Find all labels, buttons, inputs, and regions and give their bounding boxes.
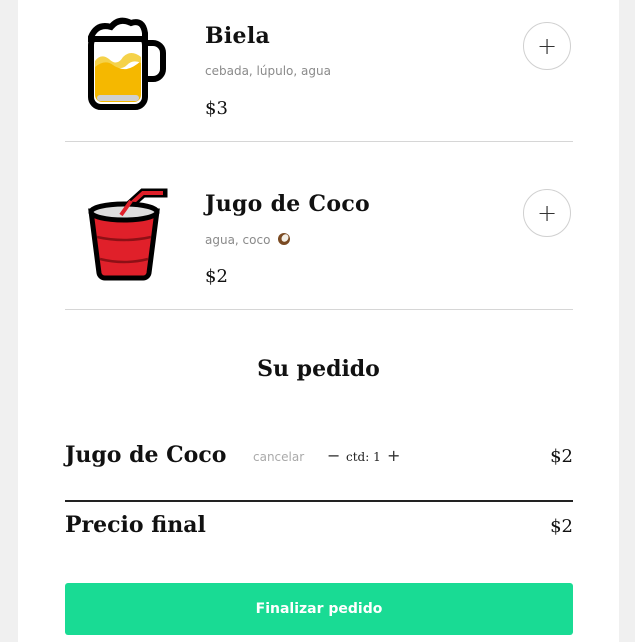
order-title: Su pedido (257, 356, 380, 382)
increase-quantity-button[interactable]: + (387, 446, 400, 465)
menu-page: Biela cebada, lúpulo, agua $3 + Jugo de … (18, 0, 619, 642)
add-to-order-button[interactable]: + (523, 189, 571, 237)
menu-item-biela: Biela cebada, lúpulo, agua $3 + (65, 0, 573, 142)
order-line: Jugo de Coco cancelar − ctd: 1 + $2 (65, 442, 573, 474)
add-to-order-button[interactable]: + (523, 22, 571, 70)
quantity-label: ctd: 1 (346, 450, 381, 464)
item-name: Jugo de Coco (205, 191, 371, 217)
total-row: Precio final $2 (65, 512, 573, 544)
item-ingredients: agua, coco (205, 232, 291, 249)
item-price: $2 (205, 266, 228, 287)
ingredients-text: agua, coco (205, 233, 271, 247)
item-price: $3 (205, 98, 228, 119)
order-line-name: Jugo de Coco (65, 442, 227, 468)
coconut-icon (277, 232, 291, 249)
total-label: Precio final (65, 512, 206, 538)
plus-icon: + (536, 32, 558, 60)
menu-item-jugo-de-coco: Jugo de Coco agua, coco $2 + (65, 141, 573, 310)
beer-mug-icon (85, 15, 169, 115)
order-line-price: $2 (550, 446, 573, 467)
cup-with-straw-icon (85, 187, 169, 287)
item-name: Biela (205, 23, 271, 49)
checkout-button[interactable]: Finalizar pedido (65, 583, 573, 635)
plus-icon: + (536, 199, 558, 227)
cancel-link[interactable]: cancelar (253, 450, 304, 464)
total-divider (65, 500, 573, 502)
item-ingredients: cebada, lúpulo, agua (205, 64, 331, 78)
decrease-quantity-button[interactable]: − (327, 446, 340, 465)
total-price: $2 (550, 516, 573, 537)
